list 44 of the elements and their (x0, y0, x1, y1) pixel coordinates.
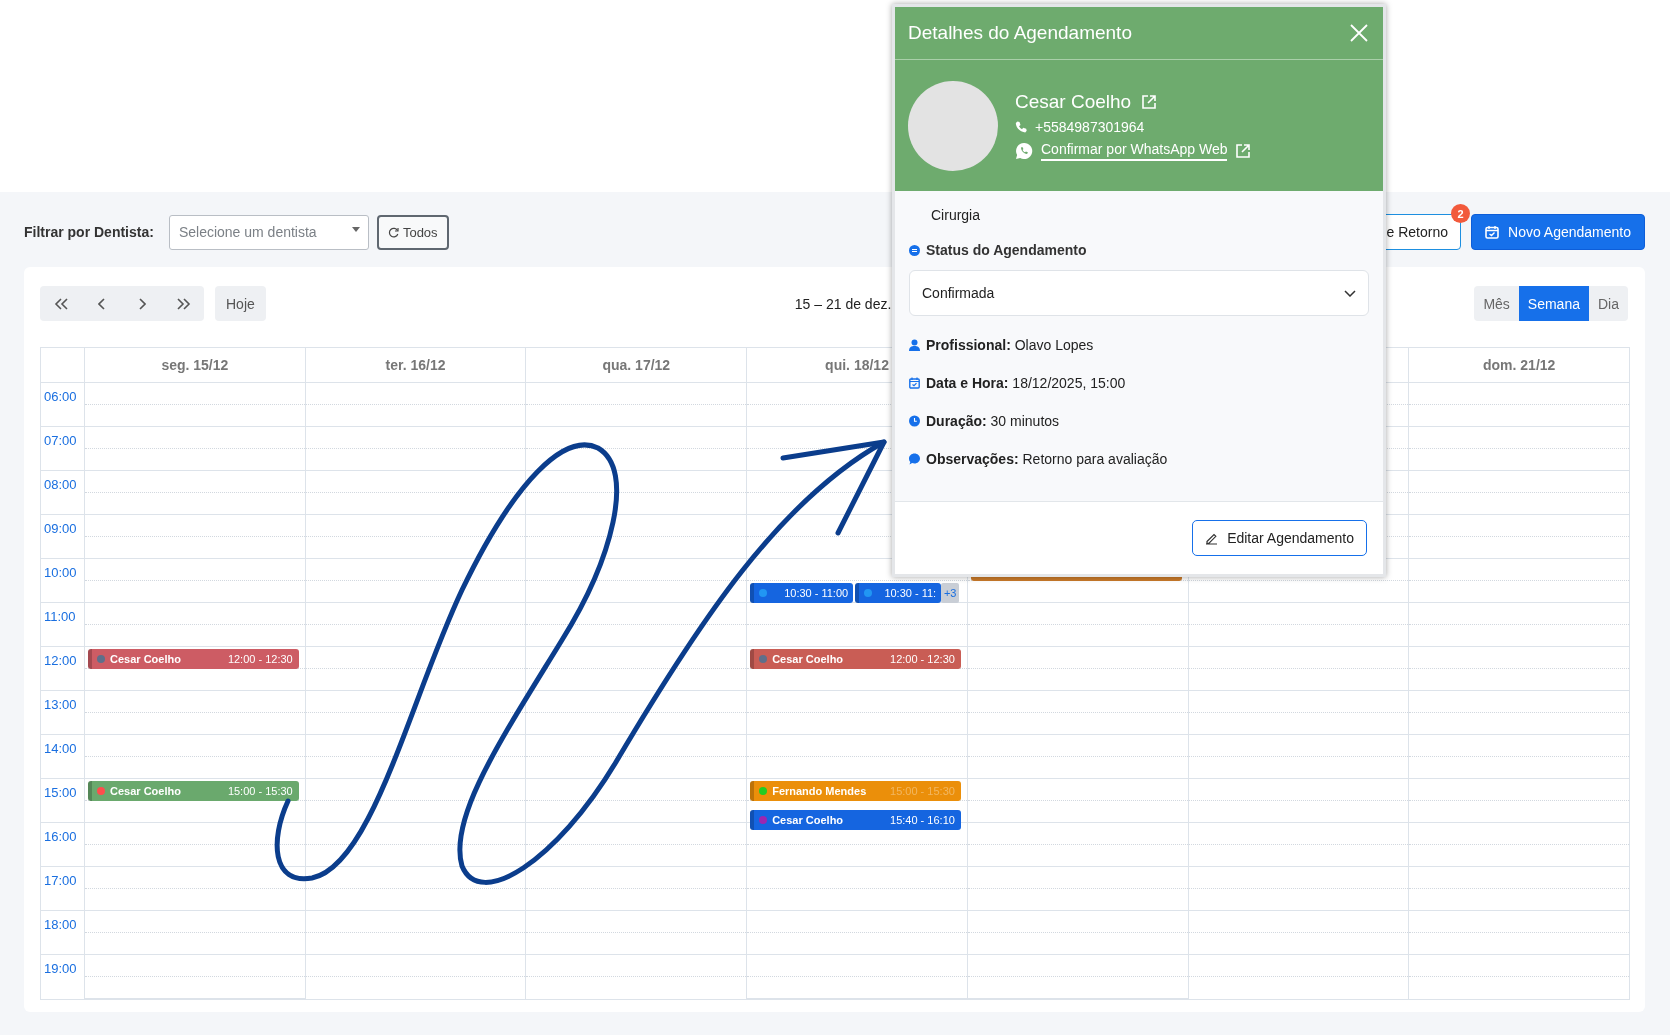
time-label: 11:00 (44, 609, 76, 624)
patient-name: Fernando Mendes (772, 785, 867, 797)
patient-name: Cesar Coelho (772, 814, 844, 827)
time-label: 09:00 (44, 521, 77, 536)
event-time: 15:40 - 16:10 (890, 814, 955, 827)
procedure-name: Cirurgia (931, 207, 981, 223)
time-label: 14:00 (44, 741, 77, 756)
day-header: qui. 18/12 (825, 357, 889, 373)
time-label: 16:00 (44, 829, 77, 844)
detail-text: Data e Hora: 18/12/2025, 15:00 (926, 375, 1126, 391)
day-header: qua. 17/12 (602, 357, 671, 373)
dialog-title: Detalhes do Agendamento (908, 22, 1132, 44)
patient-name: Cesar Coelho (110, 653, 181, 665)
event-time: 10:30 - 11:00 (784, 587, 849, 599)
patient-name: Cesar Coelho (1015, 90, 1132, 113)
detail-text: Duração: 30 minutos (926, 413, 1060, 429)
time-label: 12:00 (44, 653, 77, 668)
event-time: 12:00 - 12:30 (227, 653, 293, 665)
time-label: 15:00 (44, 785, 77, 800)
day-header: ter. 16/12 (385, 357, 446, 373)
detail-text: Observações: Retorno para avaliação (926, 451, 1168, 467)
time-label: 19:00 (44, 961, 77, 976)
day-header: dom. 21/12 (1483, 357, 1556, 373)
time-label: 10:00 (44, 565, 77, 580)
status-label: Status do Agendamento (926, 242, 1087, 258)
event-time: 15:00 - 15:30 (227, 785, 293, 797)
time-label: 07:00 (44, 433, 77, 448)
time-label: 13:00 (44, 697, 77, 712)
date-range-title: 15 – 21 de dez. (794, 295, 892, 312)
count-badge: 2 (1451, 204, 1470, 223)
patient-name: Cesar Coelho (772, 653, 844, 665)
filter-label: Filtrar por Dentista: (24, 224, 154, 240)
patient-name: Cesar Coelho (110, 785, 181, 797)
event-time: 15:00 - 15:30 (890, 785, 955, 797)
time-label: 18:00 (44, 917, 77, 932)
event-time: 10:30 - 11: (884, 587, 937, 599)
day-header: seg. 15/12 (161, 357, 229, 373)
detail-text: Profissional: Olavo Lopes (926, 337, 1094, 353)
time-label: 08:00 (44, 477, 77, 492)
event-time: 12:00 - 12:30 (890, 653, 955, 665)
time-label: 06:00 (44, 389, 77, 404)
phone-number: +5584987301964 (1035, 118, 1145, 135)
status-value: Confirmada (922, 285, 995, 301)
time-label: 17:00 (44, 873, 77, 888)
